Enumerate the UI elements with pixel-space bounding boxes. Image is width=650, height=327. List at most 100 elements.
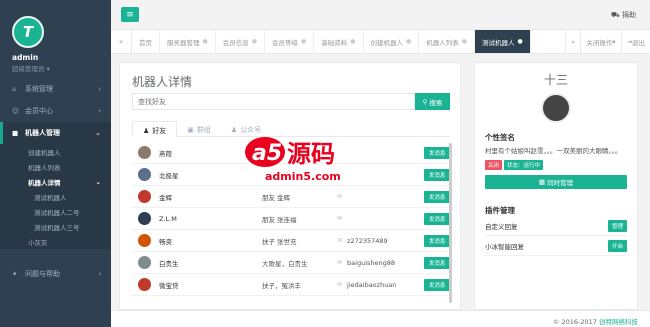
tab-robot-list[interactable]: 机器人列表 ● [419, 30, 475, 53]
avatar [138, 256, 151, 269]
tab-test-robot[interactable]: 测试机器人 ● [475, 30, 531, 53]
robot-name: 十三 [543, 73, 568, 87]
tab-create-robot[interactable]: 创建机器人 ● [364, 30, 420, 53]
plugin-manage-button[interactable]: 管理 [607, 219, 627, 232]
avatar [138, 190, 151, 203]
chevron-left-icon: ‹ [98, 85, 101, 93]
exit-button[interactable]: ⇥ 退出 [620, 30, 650, 53]
signature-title: 个性签名 [485, 133, 515, 142]
chevron-left-icon: ‹ [98, 107, 101, 115]
sidebar-sub-robot-list[interactable]: 机器人列表 [0, 159, 111, 174]
plugin-enable-button[interactable]: 开启 [607, 239, 627, 252]
send-message-button[interactable]: 发消息 [424, 190, 450, 203]
tab-friends[interactable]: ♟ 好友 [132, 121, 178, 137]
close-icon[interactable]: ● [301, 38, 306, 45]
robot-icon: ■ [12, 129, 19, 137]
table-row: 微宝贷 扶子，冤洪丰 ✉ jiedaibaozhuan 发消息 [132, 274, 450, 296]
sidebar-item-help[interactable]: ✦ 问题与帮助 ‹ [0, 263, 111, 285]
close-icon[interactable]: ● [462, 38, 467, 45]
watermark-domain: admin5.com [265, 170, 341, 183]
tab-member-level[interactable]: 会员等级 ● [265, 30, 315, 53]
user-role[interactable]: 超级管理员 ▾ [12, 63, 111, 73]
robot-profile-panel: 十三 个性签名 村里有个姑娘叫赵雪，。。一双美丽的大眼睛。。。 关闭 状态：运行… [474, 62, 638, 310]
sidebar-robot-test-2[interactable]: 测试机器人二号 [0, 204, 111, 219]
friend-name: 畅资 [159, 237, 172, 246]
close-icon[interactable]: ● [203, 38, 208, 45]
sidebar-robot-xiaohui[interactable]: 小灰灰 [0, 234, 111, 249]
status-badge-running: 状态：运行中 [504, 160, 544, 170]
tab-home[interactable]: 首页 [132, 30, 160, 53]
tab-basic-data[interactable]: 基础资料 ● [314, 30, 364, 53]
user-icon: ♟ [143, 126, 150, 135]
donate-link[interactable]: ⛟ 捐助 [611, 10, 636, 20]
status-badges: 关闭 状态：运行中 [485, 160, 637, 170]
tab-member-info[interactable]: 会员信息 ● [216, 30, 265, 53]
plugin-title: 插件管理 [485, 206, 515, 215]
friend-name: 金辉 [159, 193, 172, 202]
app-logo: T [12, 16, 44, 48]
sidebar-sub-robot-detail[interactable]: 机器人详情 ⌄ [0, 174, 111, 189]
avatar [138, 278, 151, 291]
chevron-down-icon: ⌄ [95, 129, 101, 137]
close-icon[interactable]: ● [406, 38, 411, 45]
plugin-row: 小冰智能回复 开启 [485, 236, 627, 256]
tab-scroll-right-button[interactable]: » [565, 30, 580, 53]
close-ops-dropdown[interactable]: 关闭操作 ▾ [580, 30, 620, 53]
sidebar-item-members[interactable]: ☺ 会员中心 ‹ [0, 100, 111, 122]
send-message-button[interactable]: 发消息 [424, 234, 450, 247]
friend-name: 微宝贷 [159, 281, 179, 290]
page-title: 机器人详情 [132, 75, 193, 89]
status-badge-off[interactable]: 关闭 [485, 160, 503, 170]
send-message-button[interactable]: 发消息 [424, 168, 450, 181]
search-icon: ⚲ [422, 97, 428, 106]
sidebar-item-system[interactable]: ⌂ 系统管理 ‹ [0, 78, 111, 100]
profile: T admin 超级管理员 ▾ [0, 0, 111, 78]
sidebar-robot-test-1[interactable]: 测试机器人 [0, 189, 111, 204]
close-icon[interactable]: ● [518, 38, 523, 45]
send-message-button[interactable]: 发消息 [424, 256, 450, 269]
topbar: ≡ ⛟ 捐助 [111, 0, 650, 30]
tab-scroll-left-button[interactable]: « [111, 30, 132, 53]
table-row: 白贵生 大歌星，白贵生 ✉ baiguisheng88 发消息 [132, 252, 450, 274]
home-icon: ⌂ [12, 85, 17, 93]
send-message-button[interactable]: 发消息 [424, 212, 450, 225]
sidebar-item-robots[interactable]: ■ 机器人管理 ⌄ [0, 122, 111, 144]
friend-name: 白贵生 [159, 259, 179, 268]
user-icon: ☺ [12, 107, 19, 115]
search-input[interactable] [132, 93, 415, 110]
watermark-a5: a5 [252, 141, 282, 166]
user-name[interactable]: admin [12, 53, 111, 62]
brand-link[interactable]: 创特网络科技 [599, 318, 638, 326]
signature-text: 村里有个姑娘叫赵雪，。。一双美丽的大眼睛。。。 [485, 147, 622, 155]
table-row: 畅资 扶子 张世充 ✉ z272357489 发消息 [132, 230, 450, 252]
close-icon[interactable]: ● [252, 38, 257, 45]
briefcase-icon: ▣ [187, 126, 194, 134]
friend-remark: 扶子 张世充 [261, 237, 297, 246]
friend-account: baiguisheng88 [347, 258, 396, 267]
send-message-button[interactable]: 发消息 [424, 278, 450, 291]
friend-remark: 朋友 金辉 [261, 193, 291, 202]
friend-name: Z.L.M [159, 214, 177, 223]
cart-icon: ⛟ [610, 11, 620, 19]
tab-groups[interactable]: ▣ 群组 [177, 121, 221, 136]
close-icon[interactable]: ● [350, 38, 355, 45]
calendar-icon: ▦ [538, 178, 546, 186]
sidebar-robot-test-3[interactable]: 测试机器人三号 [0, 219, 111, 234]
avatar [138, 212, 151, 225]
hamburger-icon[interactable]: ≡ [121, 7, 139, 22]
tab-server[interactable]: 服务器管理 ● [160, 30, 216, 53]
friend-remark: 扶子，冤洪丰 [261, 281, 301, 290]
group-icon: ♟ [230, 126, 238, 134]
sync-manage-button[interactable]: ▦ 同时管理 [485, 175, 627, 189]
table-row: 金辉 朋友 金辉 ✉ 发消息 [132, 186, 450, 208]
send-message-button[interactable]: 发消息 [424, 146, 450, 159]
avatar [138, 234, 151, 247]
watermark-text: 源码 [287, 140, 335, 168]
watermark-logo: a5 源码 admin5.com [245, 137, 341, 183]
search-button[interactable]: ⚲ 搜索 [415, 93, 450, 110]
sidebar-sub-create-robot[interactable]: 创建机器人 [0, 144, 111, 159]
scrollbar[interactable] [449, 143, 452, 303]
avatar [138, 146, 151, 159]
friend-account: z272357489 [347, 236, 388, 245]
tabs-bar: « 首页 服务器管理 ● 会员信息 ● 会员等级 ● 基础资料 ● 创建机器人 ● 机器人… [111, 30, 650, 54]
